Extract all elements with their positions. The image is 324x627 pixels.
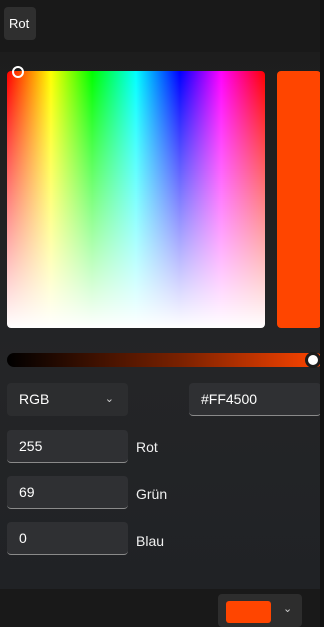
green-input[interactable]: 69 xyxy=(7,476,128,509)
blue-label: Blau xyxy=(136,533,165,549)
red-input[interactable]: 255 xyxy=(7,430,128,463)
color-spectrum[interactable] xyxy=(7,71,265,328)
value-slider-track[interactable] xyxy=(7,353,323,367)
window-edge xyxy=(320,0,324,627)
color-channel-chip[interactable]: Rot xyxy=(4,7,36,40)
color-mode-value: RGB xyxy=(19,391,50,407)
spectrum-selection-handle[interactable] xyxy=(12,66,24,78)
color-mode-dropdown[interactable]: RGB ⌄ xyxy=(7,383,128,416)
hex-input[interactable]: #FF4500 xyxy=(189,383,321,416)
value-slider-thumb[interactable] xyxy=(305,352,321,368)
green-label: Grün xyxy=(136,486,168,502)
color-dropdown-button[interactable]: ⌄ xyxy=(218,594,302,627)
top-bar: Rot xyxy=(0,0,324,52)
chevron-down-icon: ⌄ xyxy=(283,603,293,615)
blue-input[interactable]: 0 xyxy=(7,522,128,555)
selected-color-swatch xyxy=(226,601,271,623)
color-preview xyxy=(277,71,321,328)
chevron-down-icon: ⌄ xyxy=(104,393,114,405)
red-label: Rot xyxy=(136,439,158,455)
